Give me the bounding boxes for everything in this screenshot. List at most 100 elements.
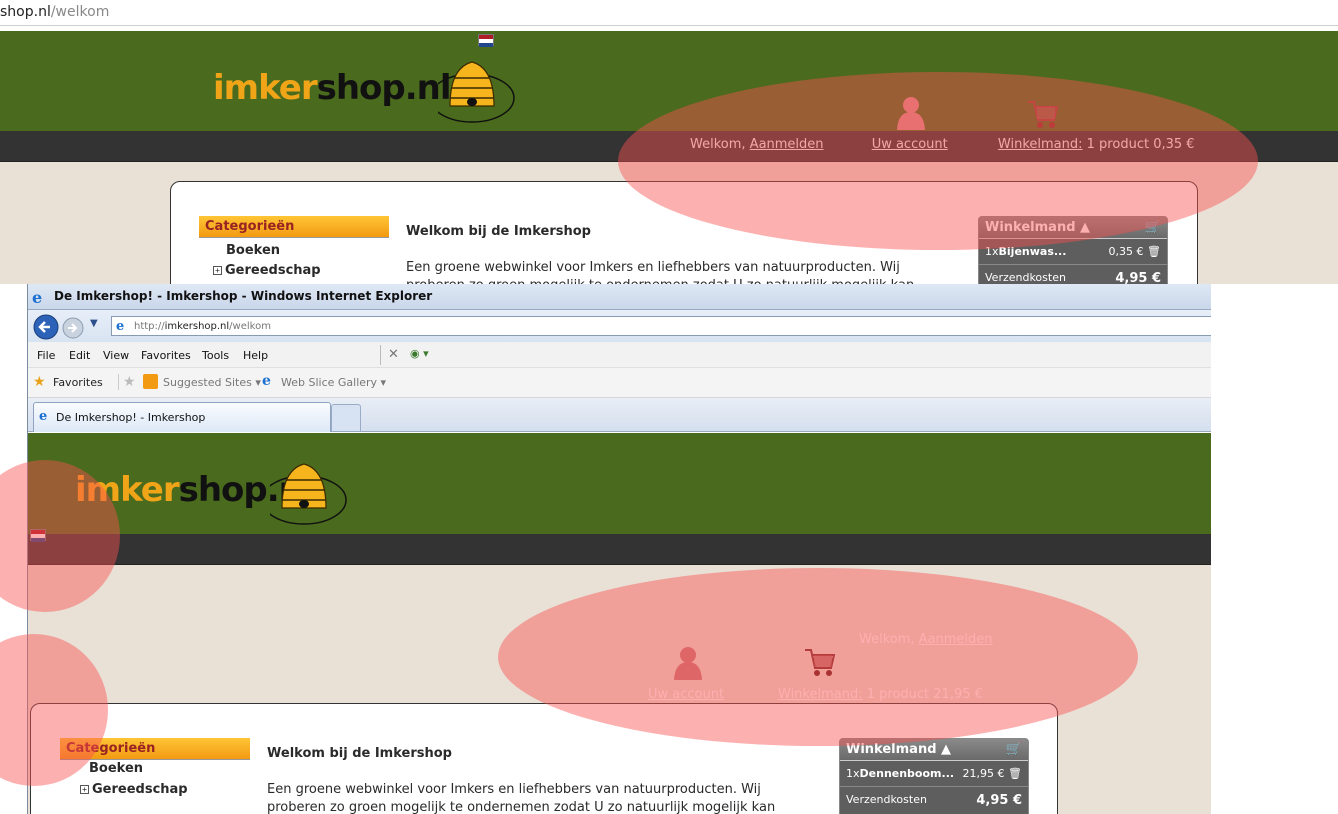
ie-address-field[interactable]: e http://imkershop.nl/welkom [111, 316, 1211, 336]
ie-address-row: ▼ e http://imkershop.nl/welkom [28, 310, 1211, 342]
trash-icon[interactable]: 🗑 [1147, 245, 1161, 258]
top-cart-box: Winkelmand ▲ 🛒 1xBijenwas... 0,35 € 🗑 Verz… [978, 216, 1168, 284]
cart-icon[interactable] [1026, 98, 1060, 130]
ie-tab-strip: e De Imkershop! - Imkershop [28, 398, 1211, 432]
address-host: imkershop.nl [164, 321, 230, 332]
address-prefix: http:// [134, 321, 165, 332]
web-slice-icon: e [262, 373, 271, 389]
expand-icon[interactable]: + [80, 785, 89, 794]
ie-window: e De Imkershop! - Imkershop - Windows In… [27, 284, 1211, 814]
cart-icon[interactable] [803, 646, 837, 678]
nl-flag-icon[interactable] [478, 34, 494, 47]
ie-menu-bar: File Edit View Favorites Tools Help ✕ ◉ … [28, 342, 1211, 368]
logo-part-imker: imker [213, 68, 318, 108]
top-categories-header: Categorieën [199, 216, 389, 238]
top-url-bar[interactable]: shop.nl/welkom [0, 0, 1338, 26]
beehive-icon [270, 463, 347, 525]
ie-cart-summary: Winkelmand: 1 product 21,95 € [778, 687, 983, 702]
menu-file[interactable]: File [37, 349, 55, 362]
welcome-text: Welkom, [690, 137, 746, 152]
user-icon[interactable] [673, 646, 703, 680]
nl-flag-icon[interactable] [30, 529, 46, 542]
top-screenshot: shop.nl/welkom imkershop.nl Welkom, Aanm… [0, 0, 1338, 284]
ie-welcome-text: Een groene webwinkel voor Imkers en lief… [267, 782, 776, 814]
shipping-label: Verzendkosten [846, 793, 927, 806]
cart-link[interactable]: Winkelmand: [778, 687, 863, 702]
cart-item-name[interactable]: Dennenboom... [860, 767, 955, 780]
menu-favorites[interactable]: Favorites [141, 349, 191, 362]
cart-title: Winkelmand [846, 742, 937, 757]
login-link[interactable]: Aanmelden [919, 632, 993, 647]
cart-shipping-row: Verzendkosten 4,95 € [840, 786, 1028, 814]
expand-icon[interactable]: + [213, 266, 222, 275]
top-welcome-title: Welkom bij de Imkershop [406, 224, 591, 239]
cart-summary: 1 product 0,35 € [1086, 137, 1195, 152]
forward-icon[interactable] [61, 316, 85, 340]
cart-shipping-row: Verzendkosten 4,95 € [979, 264, 1167, 284]
cart-summary: 1 product 21,95 € [866, 687, 983, 702]
star-icon: ★ [33, 374, 46, 390]
tab-ie-icon: e [39, 409, 48, 424]
web-slice-label: Web Slice Gallery [281, 376, 378, 389]
ie-title-bar: e De Imkershop! - Imkershop - Windows In… [28, 284, 1211, 310]
composite-screenshot: shop.nl/welkom imkershop.nl Welkom, Aanm… [0, 0, 1338, 814]
suggested-sites-label: Suggested Sites [163, 376, 252, 389]
ie-cart-box: Winkelmand ▲ 🛒 1xDennenboom... 21,95 € 🗑 V… [839, 738, 1029, 814]
welcome-text: Welkom, [859, 632, 915, 647]
cart-item-name[interactable]: Bijenwas... [999, 245, 1067, 258]
cart-item-row: 1xDennenboom... 21,95 € 🗑 [840, 761, 1028, 786]
menu-help[interactable]: Help [243, 349, 268, 362]
cart-item-price: 21,95 € [962, 767, 1005, 780]
category-item-boeken[interactable]: Boeken [89, 761, 143, 776]
cart-item-price: 0,35 € [1108, 245, 1144, 258]
tab-imkershop[interactable]: e De Imkershop! - Imkershop [33, 402, 331, 432]
category-item-gereedschap[interactable]: + Gereedschap [80, 782, 188, 797]
ie-categories-header: Categorieën [60, 738, 250, 760]
ie-nav-bar [28, 534, 1211, 565]
cart-link[interactable]: Winkelmand: [998, 137, 1083, 152]
top-logo[interactable]: imkershop.nl [213, 68, 452, 108]
menu-view[interactable]: View [103, 349, 129, 362]
ie-window-title: De Imkershop! - Imkershop - Windows Inte… [54, 289, 433, 303]
ie-logo-icon: e [32, 288, 43, 307]
account-link[interactable]: Uw account [872, 137, 948, 152]
menu-edit[interactable]: Edit [69, 349, 90, 362]
page-icon: e [116, 319, 125, 334]
tab-title: De Imkershop! - Imkershop [56, 411, 206, 424]
top-url-path: /welkom [50, 4, 110, 20]
close-icon[interactable]: ✕ [388, 347, 399, 362]
cart-header[interactable]: Winkelmand ▲ 🛒 [979, 217, 1167, 239]
logo-part-shop: shop [316, 68, 406, 108]
logo-part-shop: shop [178, 470, 268, 510]
suggested-sites-icon [143, 374, 158, 389]
category-item-boeken[interactable]: Boeken [226, 243, 280, 258]
new-tab-button[interactable] [331, 404, 361, 432]
favorites-button[interactable]: Favorites [53, 376, 103, 389]
cart-header[interactable]: Winkelmand ▲ 🛒 [840, 739, 1028, 761]
cart-item-qty: 1x [846, 767, 860, 780]
ie-login-links: Welkom, Aanmelden [859, 632, 993, 647]
trash-icon[interactable]: 🗑 [1008, 767, 1022, 780]
category-label: Gereedschap [92, 782, 188, 797]
account-link[interactable]: Uw account [648, 687, 724, 702]
ie-welcome-title: Welkom bij de Imkershop [267, 746, 452, 761]
shipping-value: 4,95 € [976, 793, 1022, 808]
address-path: /welkom [229, 321, 271, 332]
compat-icon[interactable]: ◉ ▾ [410, 347, 429, 360]
back-icon[interactable] [32, 313, 60, 341]
history-dropdown-icon[interactable]: ▼ [90, 318, 98, 329]
login-link[interactable]: Aanmelden [750, 137, 824, 152]
collapse-icon[interactable]: ▲ [1080, 220, 1090, 235]
category-item-gereedschap[interactable]: + Gereedschap [213, 263, 321, 278]
user-icon[interactable] [896, 96, 926, 130]
web-slice-link[interactable]: Web Slice Gallery ▾ [281, 376, 386, 389]
cart-item-row: 1xBijenwas... 0,35 € 🗑 [979, 239, 1167, 264]
top-welcome-text: Een groene webwinkel voor Imkers en lief… [406, 260, 914, 284]
suggested-sites-link[interactable]: Suggested Sites ▾ [163, 376, 261, 389]
menu-tools[interactable]: Tools [202, 349, 229, 362]
add-favorite-icon[interactable]: ★ [118, 374, 136, 390]
collapse-icon[interactable]: ▲ [941, 742, 951, 757]
logo-part-imker: imker [75, 470, 180, 510]
beehive-icon [438, 61, 515, 123]
shipping-value: 4,95 € [1115, 271, 1161, 284]
